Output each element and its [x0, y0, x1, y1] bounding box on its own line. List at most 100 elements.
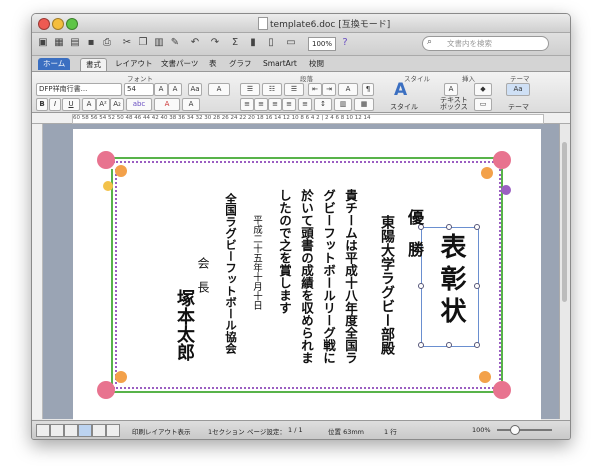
- tab-document-parts[interactable]: 文書パーツ: [156, 58, 203, 70]
- help-icon[interactable]: ?: [338, 36, 352, 50]
- highlight-button[interactable]: abc: [126, 98, 152, 111]
- status-bar: 印刷レイアウト表示 1セクション ページ設定： 1 / 1 位置 63mm 1 …: [32, 420, 570, 439]
- ruler-scale: 60 58 56 54 52 50 48 46 44 42 40 38 36 3…: [72, 114, 544, 124]
- recipient-text: 東陽大学ラグビー部殿: [379, 215, 395, 355]
- open-folder-icon[interactable]: ▤: [68, 36, 82, 50]
- resize-handle-tr[interactable]: [474, 224, 480, 230]
- outline-view-button[interactable]: [50, 424, 64, 437]
- shading-button[interactable]: ▥: [334, 98, 352, 111]
- resize-handle-bl[interactable]: [418, 342, 424, 348]
- bullets-button[interactable]: ☰: [240, 83, 260, 96]
- award-text: 優 勝: [405, 209, 424, 257]
- font-color-button[interactable]: A: [154, 98, 180, 111]
- tab-review[interactable]: 校閲: [304, 58, 329, 70]
- numbering-button[interactable]: ☷: [262, 83, 282, 96]
- ribbon: フォント 段落 スタイル 挿入 テーマ DFP祥南行書... 54 A A Aa…: [32, 72, 570, 113]
- template-gallery-icon[interactable]: ▦: [52, 36, 66, 50]
- close-window-button[interactable]: [38, 18, 50, 30]
- bold-button[interactable]: B: [36, 98, 48, 111]
- redo-icon[interactable]: ↷: [208, 36, 222, 50]
- borders-button[interactable]: ▦: [354, 98, 374, 111]
- cut-icon[interactable]: ✂: [120, 36, 134, 50]
- zoom-slider[interactable]: [497, 429, 552, 431]
- undo-icon[interactable]: ↶: [188, 36, 202, 50]
- text-direction-button[interactable]: A: [338, 83, 358, 96]
- document-icon: [258, 17, 268, 30]
- align-right-button[interactable]: ≡: [268, 98, 282, 111]
- distributed-button[interactable]: ≡: [298, 98, 312, 111]
- decrease-indent-button[interactable]: ⇤: [308, 83, 322, 96]
- left-border-purple: [115, 169, 119, 384]
- new-document-icon[interactable]: ▣: [36, 36, 50, 50]
- horizontal-ruler[interactable]: 60 58 56 54 52 50 48 46 44 42 40 38 36 3…: [32, 113, 570, 124]
- line-spacing-button[interactable]: ↕: [314, 98, 332, 111]
- zoom-slider-knob[interactable]: [510, 425, 520, 435]
- tab-smartart[interactable]: SmartArt: [258, 58, 302, 70]
- bottom-border-green: [113, 391, 498, 393]
- resize-handle-t[interactable]: [446, 224, 452, 230]
- clear-format-button[interactable]: Aa: [188, 83, 202, 96]
- increase-indent-button[interactable]: ⇥: [322, 83, 336, 96]
- print-icon[interactable]: ⎙: [100, 36, 114, 50]
- styles-button-label[interactable]: スタイル: [390, 102, 418, 112]
- show-marks-button[interactable]: ¶: [362, 83, 374, 96]
- italic-button[interactable]: I: [49, 98, 61, 111]
- tab-layout[interactable]: レイアウト: [110, 58, 158, 70]
- shrink-font-button[interactable]: A: [168, 83, 182, 96]
- themes-icon[interactable]: Aa: [506, 83, 530, 96]
- superscript-button[interactable]: A²: [96, 98, 110, 111]
- picture-icon[interactable]: ▭: [474, 98, 492, 111]
- zoom-field[interactable]: 100%: [308, 37, 336, 51]
- save-icon[interactable]: ▪: [84, 36, 98, 50]
- format-painter-icon[interactable]: ✎: [168, 36, 182, 50]
- view-toggle-icon[interactable]: ▭: [284, 36, 298, 50]
- subscript-button[interactable]: A₂: [110, 98, 124, 111]
- fullscreen-view-button[interactable]: [106, 424, 120, 437]
- notebook-view-button[interactable]: [92, 424, 106, 437]
- themes-button-label[interactable]: テーマ: [508, 102, 529, 112]
- resize-handle-l[interactable]: [418, 283, 424, 289]
- styles-icon[interactable]: A: [394, 80, 407, 100]
- copy-icon[interactable]: ❐: [136, 36, 150, 50]
- document-page[interactable]: 優 勝 東陽大学ラグビー部殿 表彰状 貴チームは平成十八年度全国ラ グビーフット…: [73, 129, 541, 424]
- underline-button[interactable]: U: [62, 98, 80, 111]
- sum-icon[interactable]: Σ: [228, 36, 242, 50]
- tab-table[interactable]: 表: [204, 58, 222, 70]
- toolbox-icon[interactable]: ▯: [264, 36, 278, 50]
- text-effects-button[interactable]: A: [182, 98, 200, 111]
- zoom-window-button[interactable]: [66, 18, 78, 30]
- vertical-scrollbar[interactable]: [559, 124, 570, 419]
- justify-button[interactable]: ≡: [282, 98, 296, 111]
- strikethrough-button[interactable]: A: [82, 98, 96, 111]
- align-center-button[interactable]: ≡: [254, 98, 268, 111]
- font-name-select[interactable]: DFP祥南行書...: [36, 83, 122, 96]
- tab-home[interactable]: ホーム: [38, 58, 71, 70]
- corner-bud-top-right: [501, 185, 511, 195]
- tab-chart[interactable]: グラフ: [224, 58, 257, 70]
- textbox-button-label[interactable]: テキスト ボックス: [440, 97, 470, 111]
- multilevel-list-button[interactable]: ☰: [284, 83, 304, 96]
- page-count: 1 / 1: [288, 426, 303, 434]
- print-layout-view-button[interactable]: [78, 424, 92, 437]
- vertical-ruler[interactable]: [32, 124, 43, 419]
- publishing-view-button[interactable]: [64, 424, 78, 437]
- shape-icon[interactable]: ◆: [474, 83, 492, 96]
- draft-view-button[interactable]: [36, 424, 50, 437]
- resize-handle-b[interactable]: [446, 342, 452, 348]
- align-left-button[interactable]: ≡: [240, 98, 254, 111]
- font-size-select[interactable]: 54: [124, 83, 154, 96]
- scrollbar-thumb[interactable]: [562, 142, 567, 302]
- right-border-green: [501, 169, 503, 384]
- corner-flower-top-right: [481, 167, 493, 179]
- resize-handle-br[interactable]: [474, 342, 480, 348]
- sidebar-icon[interactable]: ▮: [246, 36, 260, 50]
- paste-icon[interactable]: ▥: [152, 36, 166, 50]
- search-icon: ⌕: [427, 37, 433, 47]
- resize-handle-r[interactable]: [474, 283, 480, 289]
- minimize-window-button[interactable]: [52, 18, 64, 30]
- search-field[interactable]: ⌕ 文書内を検索: [422, 36, 549, 51]
- grow-font-button[interactable]: A: [154, 83, 168, 96]
- textbox-icon[interactable]: A: [444, 83, 458, 96]
- tab-format[interactable]: 書式: [80, 58, 107, 71]
- change-case-button[interactable]: A: [208, 83, 230, 96]
